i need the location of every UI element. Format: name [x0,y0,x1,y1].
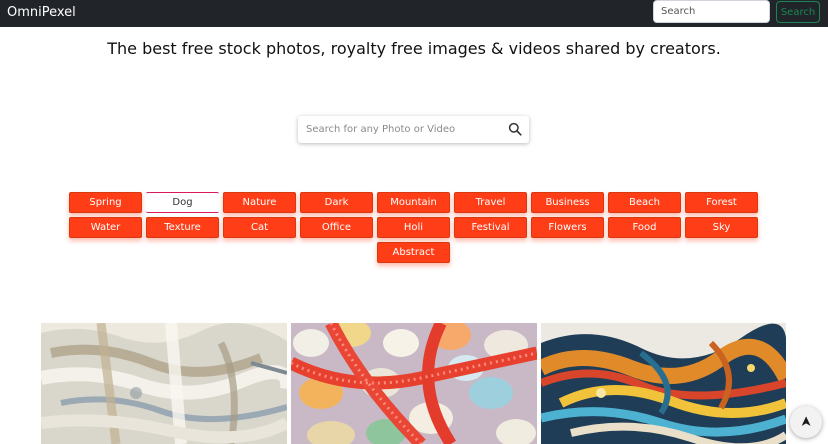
photo-card-candy[interactable] [291,323,537,444]
photo-candy [291,323,537,444]
hero-search-input[interactable] [298,116,498,143]
category-button-business[interactable]: Business [531,192,604,213]
search-icon[interactable] [508,122,522,136]
nav-search-button[interactable]: Search [776,1,820,23]
category-button-water[interactable]: Water [69,217,142,238]
category-button-nature[interactable]: Nature [223,192,296,213]
category-button-cat[interactable]: Cat [223,217,296,238]
navbar: OmniPexel Search [0,0,828,27]
category-button-food[interactable]: Food [608,217,681,238]
arrow-up-icon: ➤ [797,415,814,428]
category-button-beach[interactable]: Beach [608,192,681,213]
page-headline: The best free stock photos, royalty free… [107,39,721,58]
category-button-office[interactable]: Office [300,217,373,238]
category-button-festival[interactable]: Festival [454,217,527,238]
category-button-dark[interactable]: Dark [300,192,373,213]
brand-logo[interactable]: OmniPexel [7,5,76,21]
photo-card-paint-texture[interactable] [41,323,287,444]
nav-search-input[interactable] [653,0,770,23]
category-button-spring[interactable]: Spring [69,192,142,213]
category-button-abstract[interactable]: Abstract [377,242,450,263]
category-button-forest[interactable]: Forest [685,192,758,213]
category-button-sky[interactable]: Sky [685,217,758,238]
category-button-travel[interactable]: Travel [454,192,527,213]
category-button-mountain[interactable]: Mountain [377,192,450,213]
category-button-flowers[interactable]: Flowers [531,217,604,238]
photo-paint-texture [41,323,287,444]
photo-card-marbled-paint[interactable] [541,323,786,444]
category-button-dog[interactable]: Dog [146,192,219,213]
category-button-holi[interactable]: Holi [377,217,450,238]
category-button-texture[interactable]: Texture [146,217,219,238]
hero-search-box [298,116,529,143]
scroll-to-top-button[interactable]: ➤ [790,406,822,438]
photo-marbled-paint [541,323,786,444]
